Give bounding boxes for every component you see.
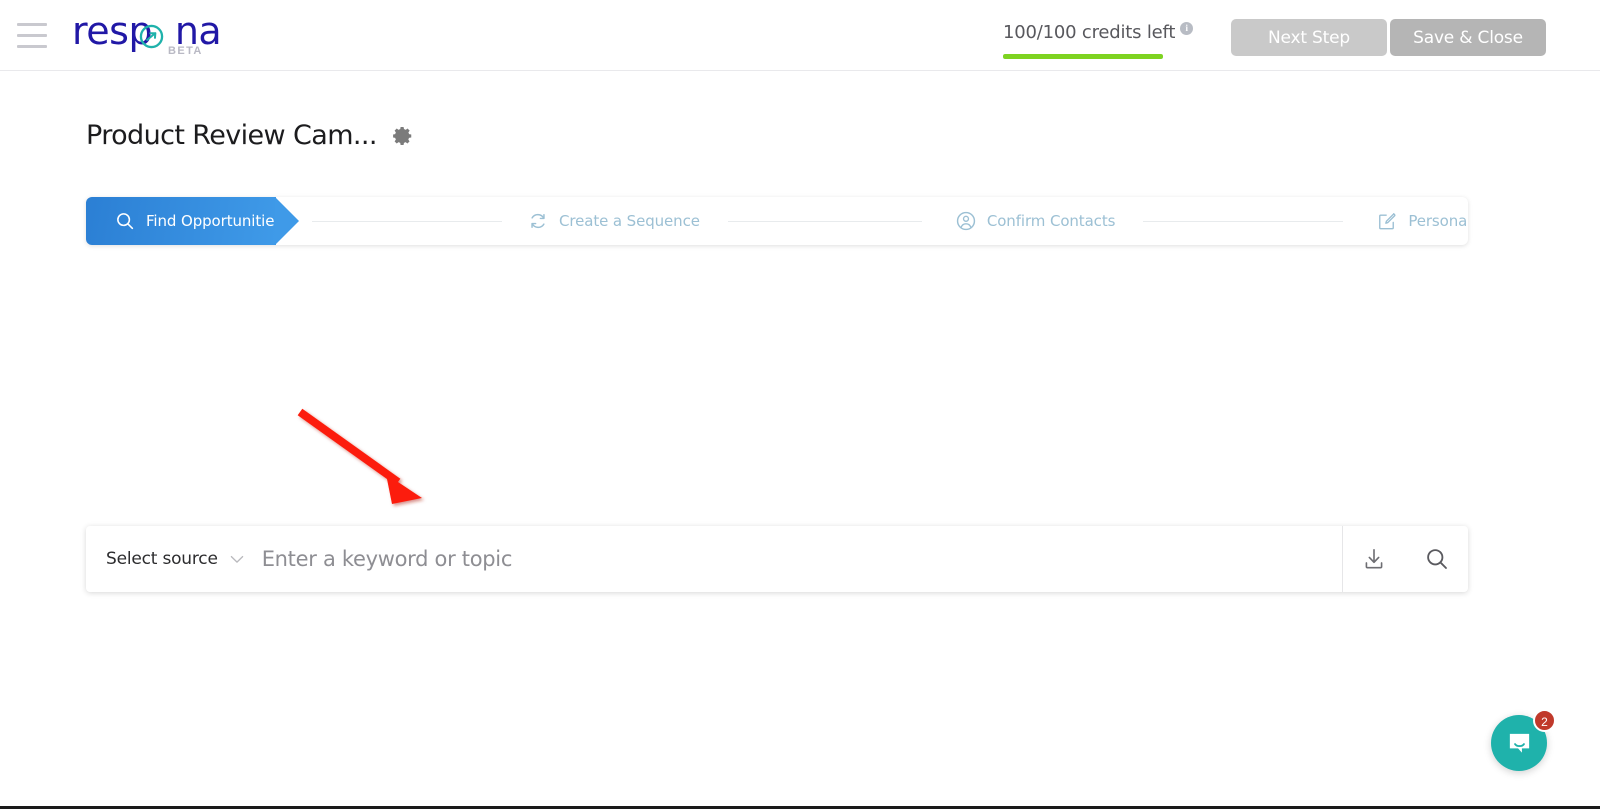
download-import-icon[interactable] [1361,546,1387,572]
step-label: Confirm Contacts [986,212,1116,230]
user-circle-icon [956,211,976,231]
next-step-button[interactable]: Next Step [1231,19,1387,56]
step-confirm-contacts[interactable]: Confirm Contacts [955,197,1115,245]
step-find-opportunities[interactable]: Find Opportunities [86,197,299,245]
credits-indicator: 100/100 credits left i [1003,22,1194,59]
page-title-row: Product Review Cam... [86,120,414,151]
respona-logo[interactable]: respona BETA [70,11,222,61]
source-select-dropdown[interactable]: Select source [86,526,262,592]
refresh-icon [531,213,545,229]
edit-pencil-icon [1379,213,1396,230]
hamburger-line [17,33,47,37]
keyword-search-input[interactable] [261,526,1342,592]
step-label: Create a Sequence [559,212,700,230]
stepper-connector [312,220,502,222]
credits-text: 100/100 credits left [1003,22,1176,43]
save-and-close-button[interactable]: Save & Close [1390,19,1546,56]
credits-progress-bar [1003,54,1163,59]
step-label: Find Opportunities [146,212,283,230]
credits-progress-fill [1003,54,1163,59]
search-actions [1342,526,1468,592]
hamburger-menu-icon[interactable] [16,20,48,50]
gear-icon[interactable] [392,125,414,147]
search-icon [117,213,134,230]
hamburger-line [17,22,47,26]
logo-beta-tag: BETA [168,45,203,57]
opportunity-search-bar: Select source [86,526,1468,592]
logo-arrow-circle-icon [139,24,164,49]
campaign-stepper: Find Opportunities Create a Sequence Con… [86,197,1468,245]
info-icon[interactable]: i [1180,22,1194,35]
intercom-unread-badge: 2 [1533,709,1556,732]
stepper-connector [727,220,922,222]
hamburger-line [17,44,47,48]
step-create-a-sequence[interactable]: Create a Sequence [527,197,700,245]
step-label: Personalize [1408,212,1468,230]
red-pointer-arrow [297,408,422,504]
step-personalize[interactable]: Personalize [1376,197,1468,245]
chat-bubble-icon [1509,733,1529,753]
app-root: respona BETA 100/100 credits left i Next… [0,0,1600,809]
page-title: Product Review Cam... [86,120,377,151]
top-header: respona BETA 100/100 credits left i Next… [0,0,1600,71]
chevron-down-icon [230,555,243,563]
source-select-label: Select source [106,549,218,569]
stepper-connector [1143,220,1344,222]
search-submit-icon[interactable] [1424,546,1450,572]
